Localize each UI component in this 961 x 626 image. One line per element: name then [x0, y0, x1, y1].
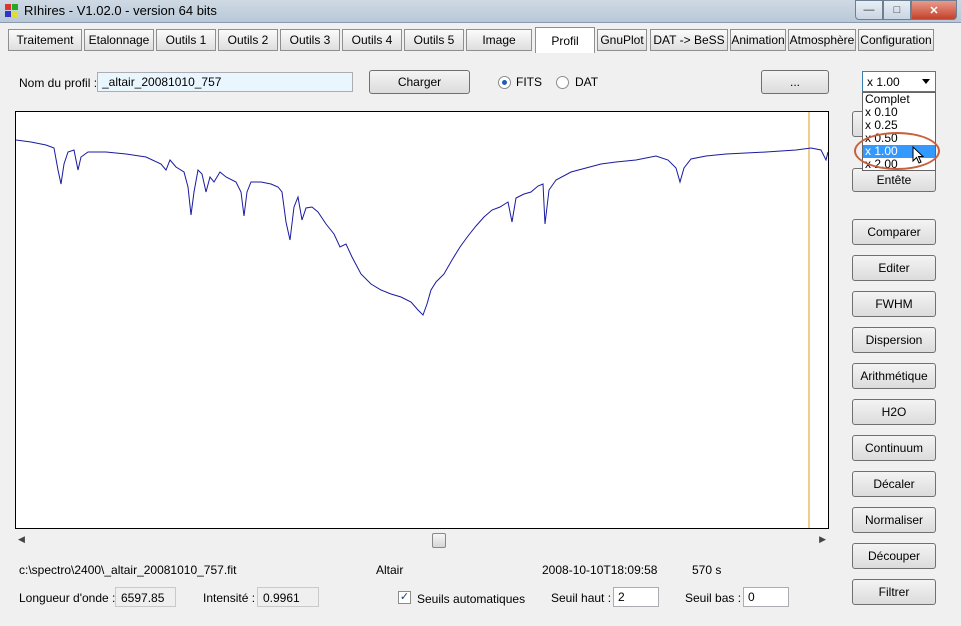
spectrum-chart	[15, 112, 829, 528]
profile-name-label: Nom du profil :	[19, 76, 98, 90]
fits-radio[interactable]	[498, 76, 511, 89]
lower-threshold-input[interactable]	[743, 587, 789, 607]
annotation-circle	[854, 132, 940, 170]
edit-button[interactable]: Editer	[852, 255, 936, 281]
crop-button[interactable]: Découper	[852, 543, 936, 569]
tab-configuration[interactable]: Configuration	[858, 29, 934, 51]
intensity-value: 0.9961	[257, 587, 319, 607]
fits-label: FITS	[516, 75, 542, 89]
load-button[interactable]: Charger	[369, 70, 470, 94]
tab-traitement[interactable]: Traitement	[8, 29, 82, 51]
tab-gnuplot[interactable]: GnuPlot	[597, 29, 647, 51]
tab-outils-1[interactable]: Outils 1	[156, 29, 216, 51]
intensity-label: Intensité :	[203, 591, 256, 605]
window-title: RIhires - V1.02.0 - version 64 bits	[24, 3, 217, 18]
maximize-button[interactable]: □	[883, 0, 911, 20]
app-icon	[5, 4, 19, 18]
profile-name-input[interactable]	[97, 72, 353, 92]
spectrum-line	[15, 139, 829, 316]
continuum-button[interactable]: Continuum	[852, 435, 936, 461]
header-button[interactable]: Entête	[852, 168, 936, 192]
upper-threshold-label: Seuil haut :	[551, 591, 612, 605]
scroll-thumb[interactable]	[432, 533, 446, 548]
tab-image[interactable]: Image	[466, 29, 532, 51]
dispersion-button[interactable]: Dispersion	[852, 327, 936, 353]
close-button[interactable]: ✕	[911, 0, 957, 20]
observation-date: 2008-10-10T18:09:58	[542, 563, 658, 577]
shift-button[interactable]: Décaler	[852, 471, 936, 497]
fwhm-button[interactable]: FWHM	[852, 291, 936, 317]
dat-label: DAT	[575, 75, 599, 89]
auto-thresholds-checkbox[interactable]: ✓	[398, 591, 411, 604]
exposure-time: 570 s	[692, 563, 722, 577]
mouse-pointer-icon	[912, 146, 925, 164]
minimize-button[interactable]: —	[855, 0, 883, 20]
arithmetic-button[interactable]: Arithmétique	[852, 363, 936, 389]
chevron-down-icon	[922, 79, 930, 84]
close-icon: ✕	[929, 4, 939, 17]
browse-button[interactable]: ...	[761, 70, 829, 94]
dat-radio[interactable]	[556, 76, 569, 89]
zoom-select[interactable]: x 1.00	[862, 71, 936, 92]
zoom-selected-value: x 1.00	[867, 75, 900, 89]
tab-profil[interactable]: Profil	[535, 27, 595, 53]
tab-outils-3[interactable]: Outils 3	[280, 29, 340, 51]
tab-outils-5[interactable]: Outils 5	[404, 29, 464, 51]
spectrum-plot[interactable]	[15, 111, 829, 529]
tab-outils-2[interactable]: Outils 2	[218, 29, 278, 51]
tab-dat-bess[interactable]: DAT -> BeSS	[650, 29, 728, 51]
object-name: Altair	[376, 563, 404, 577]
file-path: c:\spectro\2400\_altair_20081010_757.fit	[19, 563, 237, 577]
lower-threshold-label: Seuil bas :	[685, 591, 742, 605]
scroll-right-icon[interactable]: ▶	[819, 534, 826, 545]
upper-threshold-input[interactable]	[613, 587, 659, 607]
h2o-button[interactable]: H2O	[852, 399, 936, 425]
title-bar: RIhires - V1.02.0 - version 64 bits — □ …	[0, 0, 961, 23]
minimize-icon: —	[863, 4, 875, 16]
maximize-icon: □	[893, 4, 901, 16]
wavelength-label: Longueur d'onde :	[19, 591, 116, 605]
compare-button[interactable]: Comparer	[852, 219, 936, 245]
plot-scrollbar[interactable]: ◀ ▶	[15, 532, 829, 549]
tab-atmosphere[interactable]: Atmosphère	[788, 29, 856, 51]
scroll-left-icon[interactable]: ◀	[18, 534, 25, 545]
tab-etalonnage[interactable]: Etalonnage	[84, 29, 154, 51]
tab-outils-4[interactable]: Outils 4	[342, 29, 402, 51]
tab-animation[interactable]: Animation	[730, 29, 786, 51]
filter-button[interactable]: Filtrer	[852, 579, 936, 605]
wavelength-value: 6597.85	[115, 587, 176, 607]
normalize-button[interactable]: Normaliser	[852, 507, 936, 533]
auto-thresholds-label: Seuils automatiques	[417, 592, 526, 606]
